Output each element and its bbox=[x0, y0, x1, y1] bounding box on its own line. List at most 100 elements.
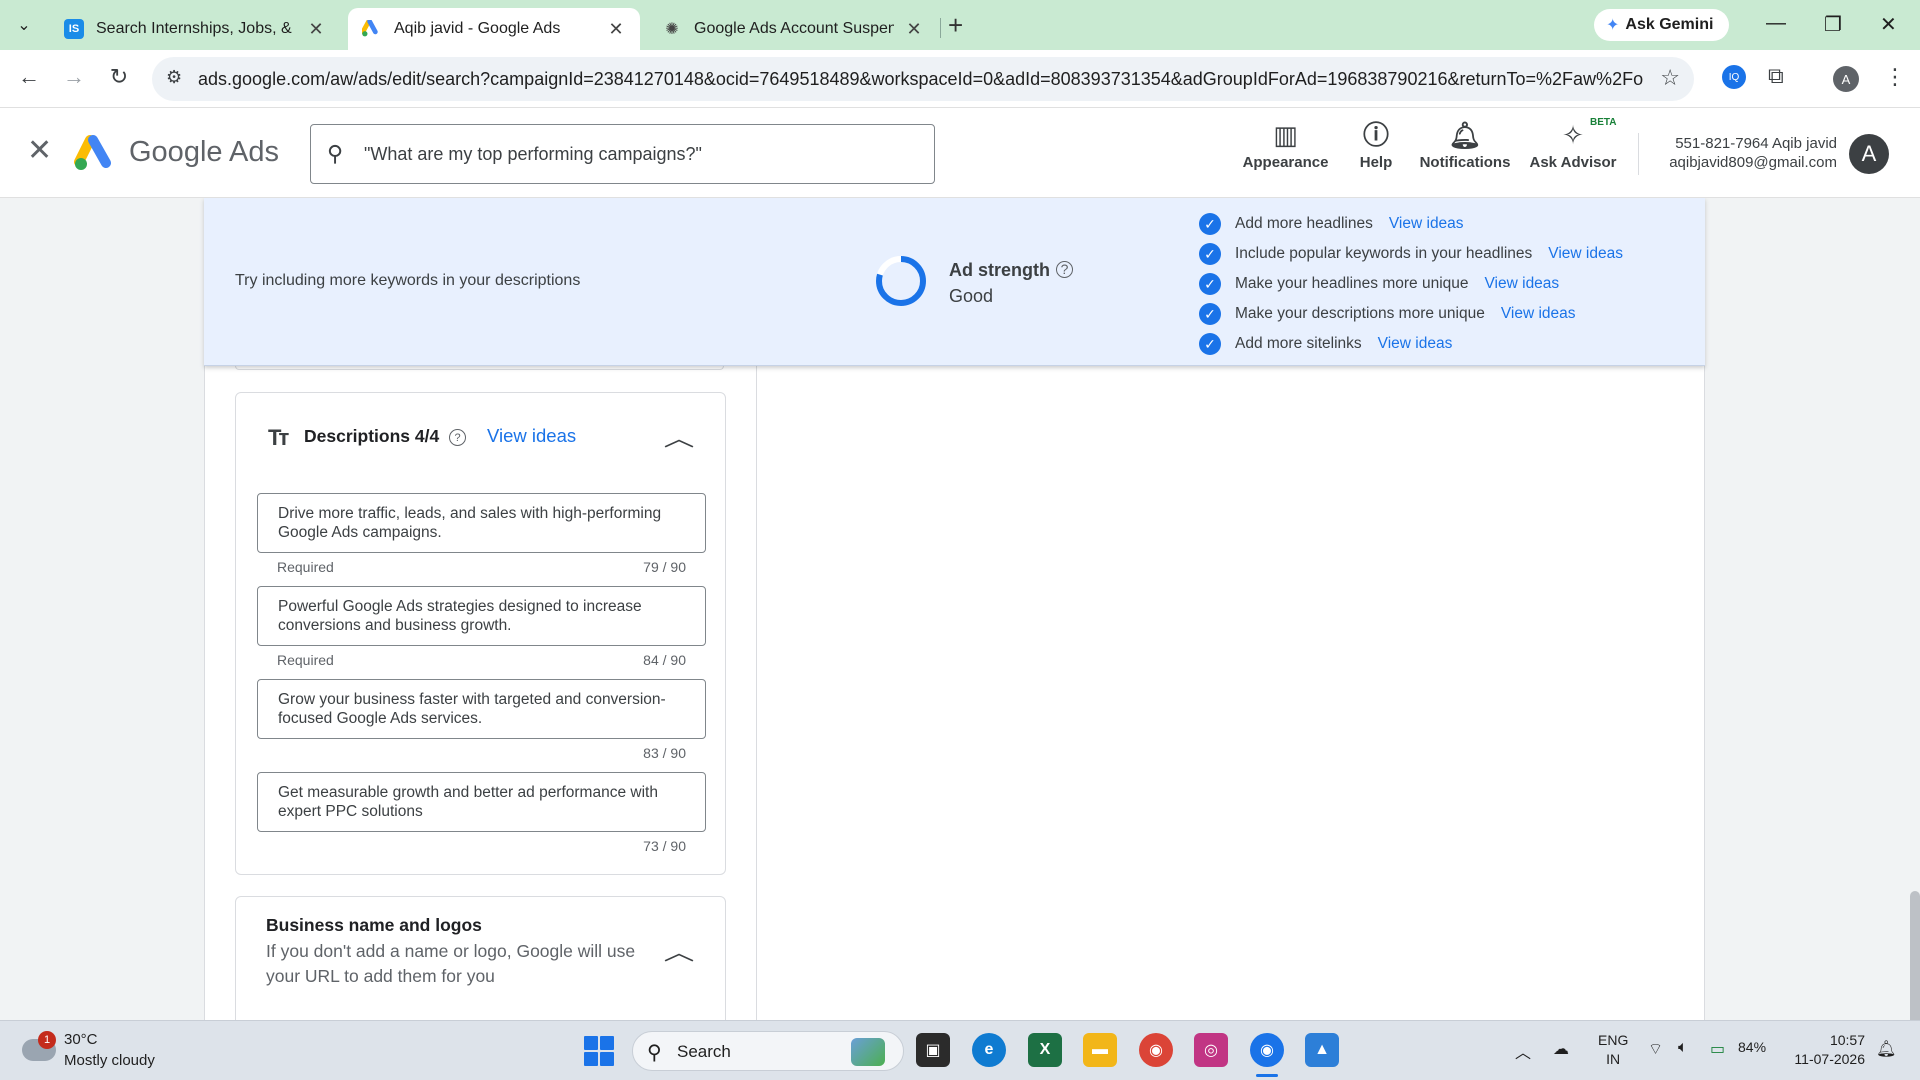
windows-start-icon[interactable] bbox=[584, 1036, 614, 1066]
language-indicator[interactable]: ENG IN bbox=[1598, 1031, 1628, 1069]
appearance-icon: ▥ bbox=[1273, 120, 1298, 150]
descriptions-title: Descriptions 4/4 bbox=[304, 426, 440, 446]
checklist-item: ✓ Add more sitelinks View ideas bbox=[1199, 329, 1623, 359]
address-bar[interactable]: ⚙ ads.google.com/aw/ads/edit/search?camp… bbox=[152, 57, 1694, 101]
volume-icon[interactable]: 🔈︎ bbox=[1678, 1039, 1688, 1057]
browser-toolbar: ← → ↻ ⚙ ads.google.com/aw/ads/edit/searc… bbox=[0, 50, 1920, 108]
ad-strength-label: Ad strength? bbox=[949, 260, 1073, 281]
file-explorer-icon[interactable]: ▬ bbox=[1083, 1033, 1117, 1067]
checklist-text: Include popular keywords in your headlin… bbox=[1235, 245, 1533, 262]
browser-profile-avatar[interactable]: A bbox=[1833, 66, 1859, 92]
help-button[interactable]: ⓘ Help bbox=[1350, 120, 1402, 171]
descriptions-card: Tт Descriptions 4/4 ? View ideas ︿ Drive… bbox=[235, 392, 726, 875]
tab-close-icon[interactable]: ✕ bbox=[306, 19, 326, 40]
reload-icon[interactable]: ↻ bbox=[104, 64, 134, 90]
descriptions-view-ideas-link[interactable]: View ideas bbox=[487, 425, 576, 447]
collapse-chevron-up-icon[interactable]: ︿ bbox=[664, 935, 695, 967]
tab-search-chevron-icon[interactable]: ⌄ bbox=[8, 9, 40, 41]
new-tab-button[interactable]: + bbox=[948, 12, 963, 38]
ads-search-box[interactable]: ⚲ "What are my top performing campaigns?… bbox=[310, 124, 935, 184]
search-icon: ⚲ bbox=[647, 1042, 662, 1064]
ask-gemini-button[interactable]: ✦ Ask Gemini bbox=[1594, 9, 1730, 41]
business-title: Business name and logos bbox=[266, 915, 482, 935]
collapse-chevron-up-icon[interactable]: ︿ bbox=[664, 421, 695, 453]
checklist-text: Make your descriptions more unique bbox=[1235, 305, 1485, 322]
view-ideas-link[interactable]: View ideas bbox=[1389, 215, 1464, 233]
tab-suspension[interactable]: ✺ Google Ads Account Suspensio ✕ bbox=[648, 8, 938, 50]
description-field-4[interactable]: Get measurable growth and better ad perf… bbox=[257, 772, 706, 832]
onedrive-cloud-icon[interactable]: ☁ bbox=[1553, 1039, 1569, 1059]
clock-time: 10:57 bbox=[1829, 1032, 1865, 1048]
extension-lens-icon[interactable]: IQ bbox=[1722, 65, 1746, 89]
weather-condition: Mostly cloudy bbox=[64, 1052, 155, 1069]
instagram-icon[interactable]: ◎ bbox=[1194, 1033, 1228, 1067]
notification-bell-icon[interactable]: 🔔︎ bbox=[1876, 1039, 1896, 1059]
view-ideas-link[interactable]: View ideas bbox=[1485, 275, 1560, 293]
view-ideas-link[interactable]: View ideas bbox=[1501, 305, 1576, 323]
chrome-profile-icon[interactable]: ◉ bbox=[1250, 1033, 1284, 1067]
bookmark-star-icon[interactable]: ☆ bbox=[1660, 65, 1680, 91]
descriptions-help-icon[interactable]: ? bbox=[449, 429, 466, 446]
windows-taskbar: 1 30°C Mostly cloudy ⚲ Search ▣ e X ▬ ◉ … bbox=[0, 1020, 1920, 1080]
tray-overflow-chevron-icon[interactable]: ︿ bbox=[1515, 1039, 1531, 1063]
checklist-item: ✓ Make your descriptions more unique Vie… bbox=[1199, 299, 1623, 329]
close-window-icon[interactable]: ✕ bbox=[1880, 12, 1897, 37]
clock-date: 11-07-2026 bbox=[1794, 1051, 1865, 1067]
tab-internships[interactable]: IS Search Internships, Jobs, & Cou ✕ bbox=[50, 8, 340, 50]
view-ideas-link[interactable]: View ideas bbox=[1378, 335, 1453, 353]
description-field-3[interactable]: Grow your business faster with targeted … bbox=[257, 679, 706, 739]
url-text[interactable]: ads.google.com/aw/ads/edit/search?campai… bbox=[198, 69, 1643, 90]
forward-arrow-icon[interactable]: → bbox=[59, 64, 89, 90]
task-view-icon[interactable]: ▣ bbox=[916, 1033, 950, 1067]
tab-close-icon[interactable]: ✕ bbox=[606, 19, 626, 40]
browser-menu-icon[interactable]: ⋮ bbox=[1884, 64, 1906, 90]
openai-favicon-icon: ✺ bbox=[665, 21, 679, 38]
wifi-icon[interactable]: ⌔ bbox=[1648, 1039, 1663, 1059]
battery-icon[interactable]: ▭ bbox=[1710, 1039, 1725, 1059]
ad-strength-tip: Try including more keywords in your desc… bbox=[235, 272, 581, 289]
checklist-text: Add more headlines bbox=[1235, 215, 1373, 232]
language-code: ENG bbox=[1598, 1032, 1629, 1048]
site-settings-icon[interactable]: ⚙ bbox=[166, 67, 182, 88]
taskbar-search[interactable]: ⚲ Search bbox=[632, 1031, 904, 1071]
back-arrow-icon[interactable]: ← bbox=[14, 64, 44, 90]
restore-icon[interactable]: ❐ bbox=[1824, 12, 1842, 37]
ad-strength-checklist: ✓ Add more headlines View ideas ✓ Includ… bbox=[1199, 209, 1623, 359]
tab-title: Google Ads Account Suspensio bbox=[694, 20, 894, 37]
page-scrollbar-thumb[interactable] bbox=[1910, 891, 1920, 1020]
view-ideas-link[interactable]: View ideas bbox=[1548, 245, 1623, 263]
system-clock[interactable]: 10:57 11-07-2026 bbox=[1775, 1031, 1865, 1069]
text-format-icon: Tт bbox=[268, 425, 289, 450]
tab-close-icon[interactable]: ✕ bbox=[904, 19, 924, 40]
photos-icon[interactable]: ▲ bbox=[1305, 1033, 1339, 1067]
edge-icon[interactable]: e bbox=[972, 1033, 1006, 1067]
chrome-icon[interactable]: ◉ bbox=[1139, 1033, 1173, 1067]
appearance-button[interactable]: ▥ Appearance bbox=[1238, 120, 1333, 171]
char-count: 84 / 90 bbox=[643, 652, 686, 668]
active-app-indicator bbox=[1256, 1074, 1278, 1077]
description-field-2[interactable]: Powerful Google Ads strategies designed … bbox=[257, 586, 706, 646]
search-icon: ⚲ bbox=[327, 141, 344, 166]
beta-badge: BETA bbox=[1590, 117, 1617, 128]
description-meta-1: Required 79 / 90 bbox=[277, 559, 686, 575]
internshala-favicon-icon: IS bbox=[64, 19, 84, 39]
char-count: 83 / 90 bbox=[643, 745, 686, 761]
bell-icon: 🔔︎ bbox=[1448, 120, 1482, 150]
excel-icon[interactable]: X bbox=[1028, 1033, 1062, 1067]
checkmark-icon: ✓ bbox=[1199, 243, 1221, 265]
close-editor-icon[interactable]: ✕ bbox=[27, 136, 52, 166]
account-avatar[interactable]: A bbox=[1849, 134, 1889, 174]
tab-google-ads[interactable]: Aqib javid - Google Ads ✕ bbox=[348, 8, 640, 50]
extensions-puzzle-icon[interactable]: ⧉ bbox=[1768, 63, 1784, 89]
notifications-label: Notifications bbox=[1419, 154, 1511, 171]
account-info[interactable]: 551-821-7964 Aqib javid aqibjavid809@gma… bbox=[1640, 134, 1837, 172]
description-field-1[interactable]: Drive more traffic, leads, and sales wit… bbox=[257, 493, 706, 553]
minimize-icon[interactable]: — bbox=[1766, 12, 1786, 35]
checkmark-icon: ✓ bbox=[1199, 333, 1221, 355]
tab-title: Aqib javid - Google Ads bbox=[394, 20, 561, 37]
ask-gemini-label: Ask Gemini bbox=[1625, 16, 1714, 33]
search-placeholder[interactable]: "What are my top performing campaigns?" bbox=[364, 144, 702, 165]
notifications-button[interactable]: 🔔︎ Notifications bbox=[1415, 120, 1515, 171]
google-ads-logo-icon bbox=[74, 135, 111, 170]
ad-strength-help-icon[interactable]: ? bbox=[1056, 260, 1073, 278]
